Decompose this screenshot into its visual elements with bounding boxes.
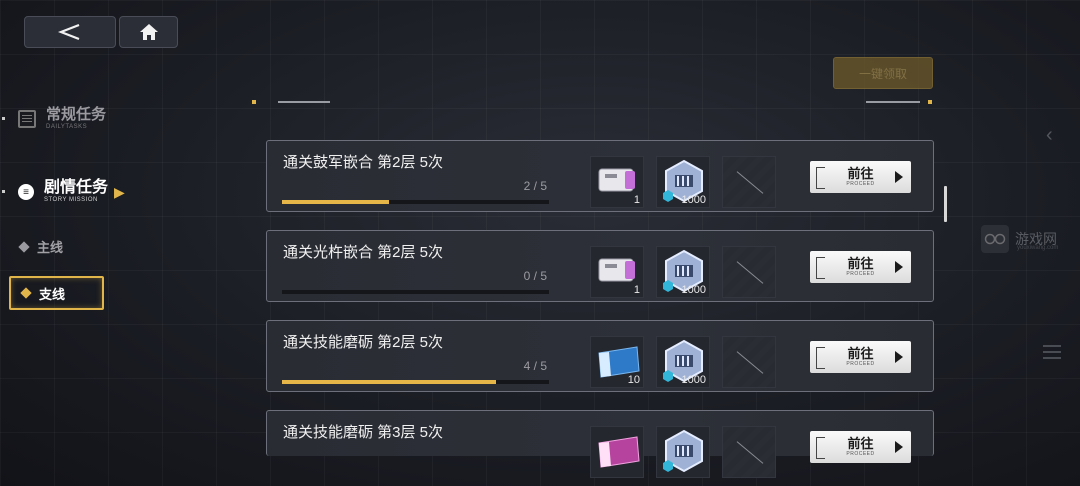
task-title: 通关技能磨砺 第2层 5次 xyxy=(283,334,444,351)
reward-qty: 1000 xyxy=(681,284,706,296)
reward-slot[interactable]: 1000 xyxy=(656,156,710,208)
reward-slot[interactable] xyxy=(722,336,776,388)
proceed-label: 前往 xyxy=(847,436,874,451)
task-card: 通关光杵嵌合 第2层 5次 0 / 5 1 1000 前往 PROCEED xyxy=(266,230,934,302)
proceed-sublabel: PROCEED xyxy=(846,451,875,457)
watermark-logo-icon xyxy=(981,225,1009,253)
header-divider-left xyxy=(278,101,330,103)
bracket-decoration xyxy=(816,347,825,369)
proceed-sublabel: PROCEED xyxy=(846,181,875,187)
proceed-sublabel: PROCEED xyxy=(846,271,875,277)
reward-slot[interactable] xyxy=(722,156,776,208)
reward-qty: 1 xyxy=(633,194,640,206)
reward-qty: 1 xyxy=(633,284,640,296)
reward-qty: 1000 xyxy=(681,194,706,206)
proceed-button[interactable]: 前往 PROCEED xyxy=(810,251,911,283)
reward-qty: 1000 xyxy=(681,374,706,386)
bracket-decoration xyxy=(816,167,825,189)
caret-right-icon: ▶ xyxy=(114,183,125,200)
reward-qty: 10 xyxy=(627,374,640,386)
task-progress-bar xyxy=(282,200,549,204)
back-arrow-icon xyxy=(57,23,80,41)
nav-daily-tasks-label: 常规任务 xyxy=(46,106,107,123)
reward-slot[interactable] xyxy=(656,426,710,478)
watermark: 游戏网 youxiwang.com xyxy=(981,225,1059,253)
header-marker-right xyxy=(928,100,932,104)
proceed-sublabel: PROCEED xyxy=(846,361,875,367)
bracket-decoration xyxy=(816,257,825,279)
bracket-decoration xyxy=(816,437,825,459)
task-progress-fill xyxy=(282,200,389,204)
proceed-label: 前往 xyxy=(847,256,874,271)
list-icon xyxy=(18,110,36,128)
reward-slot[interactable]: 10 xyxy=(590,336,644,388)
chevron-left-icon[interactable]: ‹ xyxy=(1046,124,1053,147)
reward-slot[interactable] xyxy=(590,426,644,478)
task-progress-bar xyxy=(282,380,549,384)
task-title: 通关技能磨砺 第3层 5次 xyxy=(283,424,444,441)
task-progress-text: 2 / 5 xyxy=(523,179,547,193)
nav-story-mission-sublabel: STORY MISSION xyxy=(44,197,98,203)
task-card: 通关技能磨砺 第2层 5次 4 / 5 10 1000 前往 PROCEED xyxy=(266,320,934,392)
task-title: 通关鼓军嵌合 第2层 5次 xyxy=(283,154,444,171)
subnav-side[interactable]: 支线 xyxy=(9,276,104,310)
task-card: 通关鼓军嵌合 第2层 5次 2 / 5 1 1000 前往 PROCEED xyxy=(266,140,934,212)
play-arrow-icon xyxy=(895,351,903,363)
watermark-sub: youxiwang.com xyxy=(1017,245,1059,251)
proceed-label: 前往 xyxy=(847,166,874,181)
claim-all-button[interactable]: 一键领取 xyxy=(833,57,933,89)
home-button[interactable] xyxy=(119,16,178,48)
header-divider-right xyxy=(866,101,920,103)
hex-crystal-icon xyxy=(657,429,711,481)
diamond-icon xyxy=(18,240,30,253)
subnav-main[interactable]: 主线 xyxy=(18,237,64,256)
task-card: 通关技能磨砺 第3层 5次 前往 PROCEED xyxy=(266,410,934,478)
subnav-main-label: 主线 xyxy=(37,240,64,255)
task-progress-text: 4 / 5 xyxy=(523,359,547,373)
nav-daily-tasks[interactable]: 常规任务 DAILYTASKS xyxy=(18,107,106,131)
nav-story-mission-label: 剧情任务 xyxy=(44,179,109,196)
pink-ticket-icon xyxy=(591,436,645,481)
reward-slot[interactable]: 1000 xyxy=(656,336,710,388)
circle-list-icon: ≡ xyxy=(18,184,34,200)
proceed-button[interactable]: 前往 PROCEED xyxy=(810,161,911,193)
home-icon xyxy=(139,24,158,40)
scrollbar-thumb[interactable] xyxy=(944,186,947,222)
reward-slot[interactable]: 1 xyxy=(590,246,644,298)
proceed-label: 前往 xyxy=(847,346,874,361)
task-progress-text: 0 / 5 xyxy=(523,269,547,283)
proceed-button[interactable]: 前往 PROCEED xyxy=(810,431,911,463)
reward-slot[interactable]: 1000 xyxy=(656,246,710,298)
diamond-icon xyxy=(20,287,32,299)
reward-slot[interactable] xyxy=(722,426,776,478)
nav-daily-tasks-sublabel: DAILYTASKS xyxy=(46,124,88,130)
task-title: 通关光杵嵌合 第2层 5次 xyxy=(283,244,444,261)
back-button[interactable] xyxy=(24,16,116,48)
task-progress-bar xyxy=(282,290,549,294)
proceed-button[interactable]: 前往 PROCEED xyxy=(810,341,911,373)
subnav-side-label: 支线 xyxy=(39,286,66,302)
nav-story-mission[interactable]: ≡ 剧情任务 STORY MISSION ▶ xyxy=(18,180,125,204)
reward-slot[interactable]: 1 xyxy=(590,156,644,208)
task-progress-fill xyxy=(282,380,496,384)
nav-dot xyxy=(2,190,5,193)
play-arrow-icon xyxy=(895,441,903,453)
menu-lines-icon[interactable] xyxy=(1043,345,1061,363)
play-arrow-icon xyxy=(895,261,903,273)
nav-dot xyxy=(2,117,5,120)
reward-slot[interactable] xyxy=(722,246,776,298)
play-arrow-icon xyxy=(895,171,903,183)
header-marker-left xyxy=(252,100,256,104)
